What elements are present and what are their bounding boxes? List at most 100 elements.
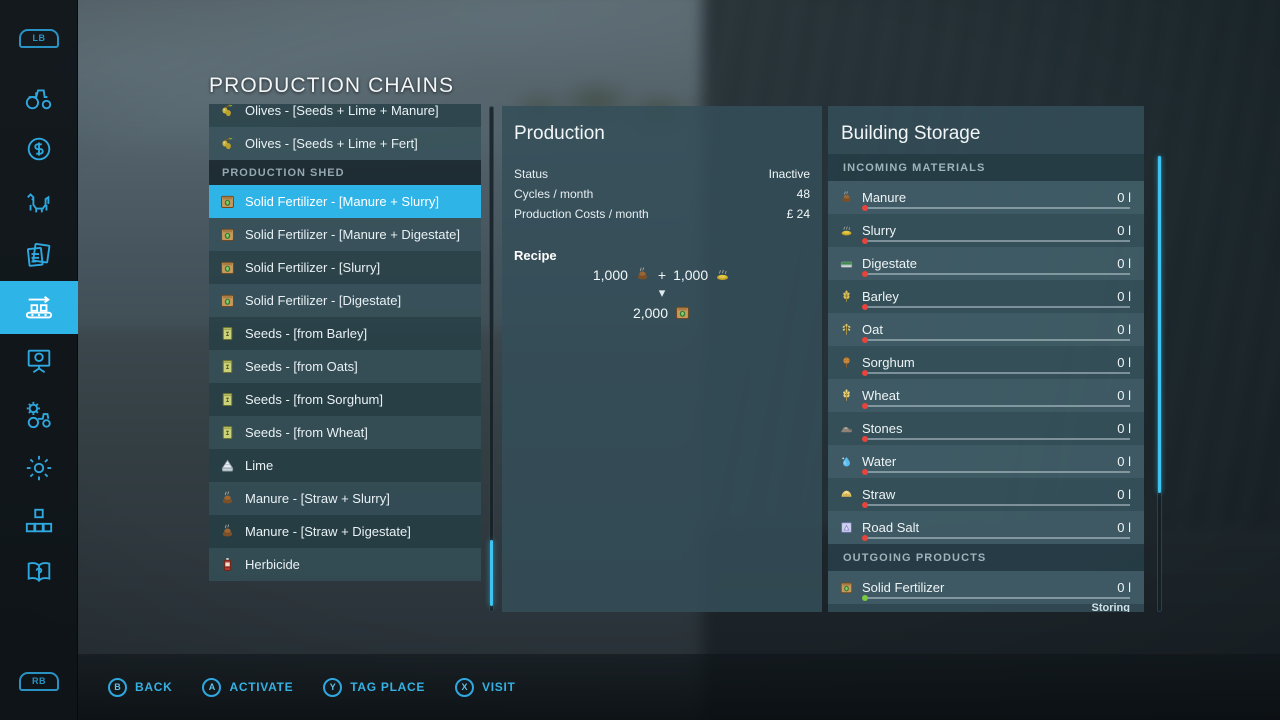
storage-fill-bar: [864, 339, 1130, 341]
storage-row-name: Stones: [862, 421, 1109, 436]
recipe-input-amount: 1,000: [673, 267, 708, 283]
sidebar-item-documents[interactable]: [0, 228, 78, 281]
storage-row-status-text: Storing: [1092, 602, 1131, 612]
recipe-input-manure-icon: [634, 266, 651, 283]
help-action-activate[interactable]: AACTIVATE: [202, 678, 293, 697]
production-list-row[interactable]: Manure - [Straw + Slurry]: [209, 482, 481, 515]
gamepad-button-b-icon: B: [108, 678, 127, 697]
sidebar-item-board[interactable]: [0, 334, 78, 387]
storage-status-dot: [862, 304, 868, 310]
storage-row[interactable]: Wheat0 l: [828, 379, 1144, 412]
storage-status-dot: [862, 205, 868, 211]
sidebar-item-gear[interactable]: [0, 441, 78, 494]
storage-row-name: Slurry: [862, 223, 1109, 238]
storage-fill-bar: [864, 504, 1130, 506]
production-list-row-label: Solid Fertilizer - [Manure + Slurry]: [245, 194, 439, 209]
stones-icon: [839, 421, 854, 436]
scrollbar-thumb[interactable]: [490, 540, 493, 606]
storage-row-amount: 0 l: [1117, 421, 1131, 436]
storage-row-amount: 0 l: [1117, 223, 1131, 238]
storage-row-name: Sorghum: [862, 355, 1109, 370]
production-list-row[interactable]: Seeds - [from Oats]: [209, 350, 481, 383]
production-list-row-label: Seeds - [from Barley]: [245, 326, 367, 341]
production-list-row[interactable]: Solid Fertilizer - [Digestate]: [209, 284, 481, 317]
storage-row-name: Road Salt: [862, 520, 1109, 535]
fertilizer-icon: [219, 292, 236, 309]
storage-row[interactable]: Straw0 l: [828, 478, 1144, 511]
wheat-icon: [839, 388, 854, 403]
production-details-panel: Production StatusInactive Cycles / month4…: [502, 106, 822, 612]
sidebar-item-help-book[interactable]: [0, 546, 78, 599]
production-list-row-label: Manure - [Straw + Slurry]: [245, 491, 390, 506]
sidebar-item-dollar[interactable]: [0, 122, 78, 175]
production-list-row-label: Herbicide: [245, 557, 300, 572]
storage-status-dot: [862, 337, 868, 343]
sidebar-item-tractor[interactable]: [0, 70, 78, 123]
storage-status-dot: [862, 535, 868, 541]
production-stat-row: StatusInactive: [514, 167, 810, 181]
production-list-row[interactable]: Seeds - [from Barley]: [209, 317, 481, 350]
contracts-icon: [24, 240, 54, 270]
fertilizer-icon: [219, 226, 236, 243]
controller-help-bar: B BACK AACTIVATE YTAG PLACE XVISIT: [78, 654, 1280, 720]
help-action-back[interactable]: B BACK: [108, 678, 172, 697]
production-list-row[interactable]: Seeds - [from Sorghum]: [209, 383, 481, 416]
production-list-row-label: Lime: [245, 458, 273, 473]
storage-row[interactable]: Digestate0 l: [828, 247, 1144, 280]
storage-row[interactable]: Sorghum 0 l: [828, 346, 1144, 379]
production-list-row-label: Seeds - [from Sorghum]: [245, 392, 383, 407]
production-stat-row: Cycles / month48: [514, 187, 810, 201]
storage-section-header: INCOMING MATERIALS: [828, 154, 1144, 181]
seeds-icon: [219, 424, 236, 441]
production-list-row[interactable]: Seeds - [from Wheat]: [209, 416, 481, 449]
production-list-row[interactable]: Solid Fertilizer - [Slurry]: [209, 251, 481, 284]
help-action-visit[interactable]: XVISIT: [455, 678, 516, 697]
production-list-row-selected[interactable]: Solid Fertilizer - [Manure + Slurry]: [209, 185, 481, 218]
storage-fill-bar: [864, 405, 1130, 407]
list-section-label: PRODUCTION SHED: [222, 167, 345, 179]
production-panel-title: Production: [514, 123, 605, 145]
production-list-row-label: Manure - [Straw + Digestate]: [245, 524, 411, 539]
help-action-label: BACK: [135, 680, 172, 694]
storage-row[interactable]: Manure0 l: [828, 181, 1144, 214]
storage-row[interactable]: Stones 0 l: [828, 412, 1144, 445]
production-list-row-label: Solid Fertilizer - [Manure + Digestate]: [245, 227, 460, 242]
production-list-row[interactable]: Olives - [Seeds + Lime + Manure]: [209, 104, 481, 127]
sidebar-item-cow[interactable]: [0, 175, 78, 228]
production-list-row[interactable]: Herbicide: [209, 548, 481, 581]
production-list-row[interactable]: Manure - [Straw + Digestate]: [209, 515, 481, 548]
storage-status-dot: [862, 238, 868, 244]
scrollbar-thumb[interactable]: [1158, 156, 1161, 493]
help-action-tag-place[interactable]: YTAG PLACE: [323, 678, 425, 697]
storage-section-label: INCOMING MATERIALS: [843, 162, 985, 174]
storage-fill-bar: [864, 537, 1130, 539]
production-list-row[interactable]: Olives - [Seeds + Lime + Fert]: [209, 127, 481, 160]
sidebar-item-conveyor[interactable]: [0, 281, 78, 334]
storage-fill-bar: [864, 306, 1130, 308]
production-list-row[interactable]: Lime: [209, 449, 481, 482]
production-list-panel[interactable]: Olives - [Seeds + Lime + Manure]Olives -…: [209, 104, 481, 614]
list-section-header: PRODUCTION SHED: [209, 160, 481, 185]
sorghum-icon: [839, 355, 854, 370]
storage-row[interactable]: Water0 l: [828, 445, 1144, 478]
production-list-row[interactable]: Solid Fertilizer - [Manure + Digestate]: [209, 218, 481, 251]
storage-row-amount: 0 l: [1117, 355, 1131, 370]
oat-icon: [839, 322, 854, 337]
storage-row[interactable]: Slurry 0 l: [828, 214, 1144, 247]
storage-fill-bar: [864, 438, 1130, 440]
sidebar-item-blocks[interactable]: [0, 494, 78, 547]
storage-row-amount: 0 l: [1117, 520, 1131, 535]
storage-row[interactable]: Barley0 l: [828, 280, 1144, 313]
storage-row[interactable]: Road Salt 0 l: [828, 511, 1144, 544]
sidebar-item-gear-tractor[interactable]: [0, 388, 78, 441]
building-storage-scrollbar[interactable]: [1157, 155, 1162, 612]
production-chains-icon: [24, 293, 54, 323]
gamepad-button-x-icon: X: [455, 678, 474, 697]
gamepad-button-y-icon: Y: [323, 678, 342, 697]
vehicle-config-icon: [24, 400, 54, 430]
storage-row[interactable]: Oat0 l: [828, 313, 1144, 346]
lime-icon: [219, 457, 236, 474]
production-list-scrollbar[interactable]: [489, 106, 494, 612]
storage-status-dot: [862, 469, 868, 475]
storage-row[interactable]: Solid Fertilizer0 lStoring: [828, 571, 1144, 604]
